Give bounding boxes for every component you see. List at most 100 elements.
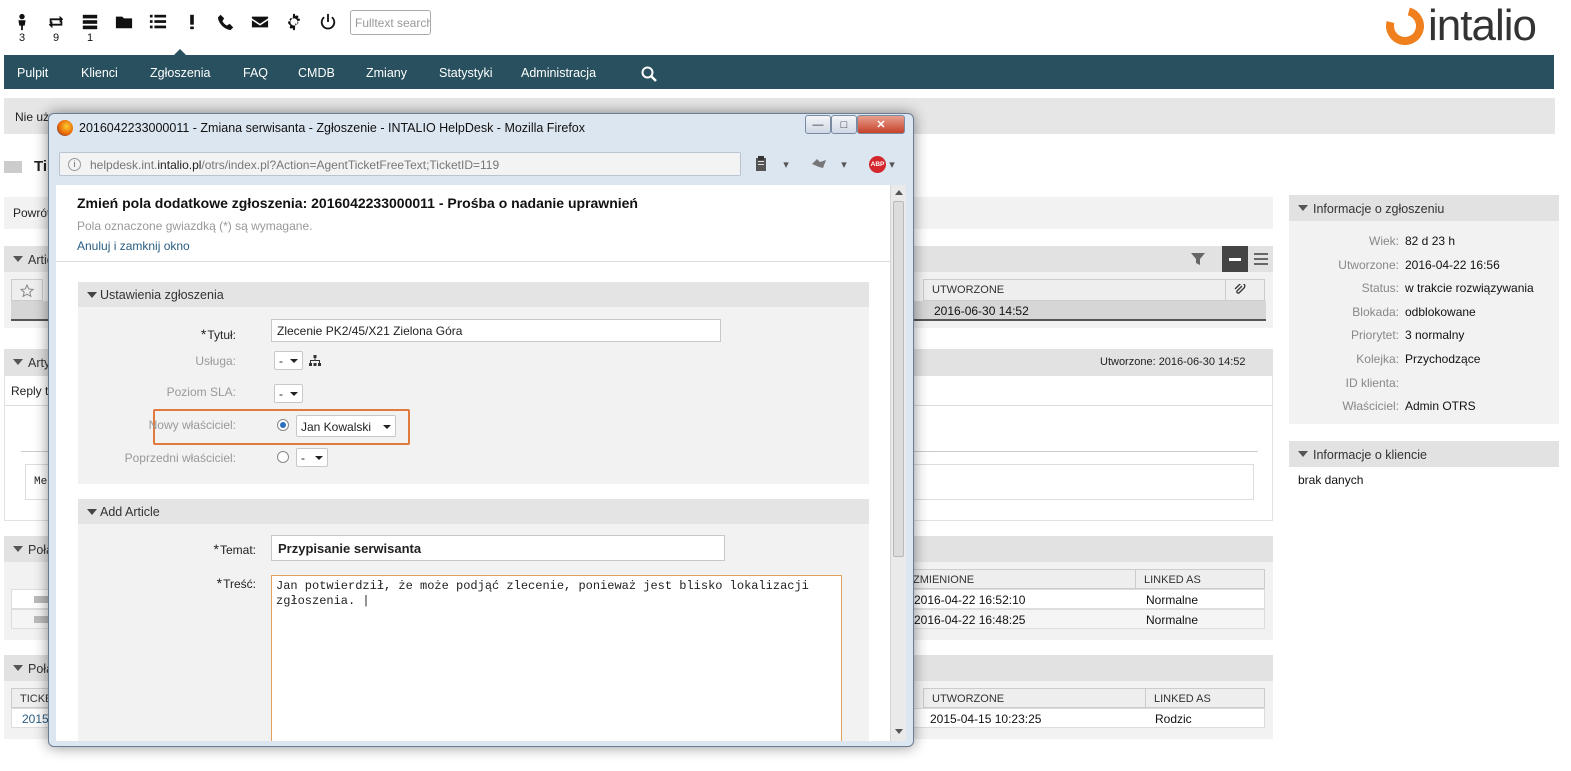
nav-zmiany[interactable]: Zmiany — [366, 55, 407, 89]
nav-klienci[interactable]: Klienci — [81, 55, 118, 89]
cancel-close-link[interactable]: Anuluj i zamknij okno — [77, 239, 190, 253]
nav-zgloszenia[interactable]: Zgłoszenia — [150, 49, 210, 89]
popup-scrollbar[interactable] — [890, 185, 906, 741]
new-owner-select[interactable]: Jan Kowalski — [296, 415, 396, 437]
ticket-info-title: Informacje o zgłoszeniu — [1313, 202, 1445, 216]
minimize-button[interactable]: — — [805, 115, 831, 134]
scroll-down-icon[interactable] — [895, 729, 903, 734]
subject-input[interactable]: Przypisanie serwisanta — [271, 535, 725, 561]
gear-icon[interactable] — [284, 12, 304, 32]
body-textarea[interactable]: Jan potwierdził, że może podjąć zlecenie… — [271, 575, 842, 741]
sla-select[interactable]: - — [274, 384, 303, 403]
info-label: Status: — [1361, 281, 1399, 295]
info-label: Utworzone: — [1338, 258, 1399, 272]
collapse-icon[interactable] — [13, 546, 23, 552]
locked-tickets-count: 3 — [18, 32, 26, 44]
previous-owner-radio[interactable] — [277, 451, 289, 463]
nav-administracja[interactable]: Administracja — [521, 55, 596, 89]
linked-as-cell: Normalne — [1146, 613, 1199, 627]
collapse-icon[interactable] — [13, 665, 23, 671]
maximize-button[interactable]: □ — [831, 115, 857, 134]
responsible-tickets-icon[interactable] — [80, 12, 100, 32]
phone-icon[interactable] — [216, 12, 236, 32]
collapse-view-icon[interactable] — [1222, 246, 1248, 272]
linked-as-column-header[interactable]: LINKED AS — [1145, 688, 1265, 708]
nav-statystyki[interactable]: Statystyki — [439, 55, 493, 89]
previous-owner-label: Poprzedni właściciel: — [124, 451, 236, 465]
attachment-column-header[interactable] — [1225, 279, 1265, 301]
info-icon[interactable]: i — [68, 158, 81, 171]
title-input[interactable]: Zlecenie PK2/45/X21 Zielona Góra — [271, 319, 721, 342]
window-title: 2016042233000011 - Zmiana serwisanta - Z… — [79, 121, 586, 135]
scroll-up-icon[interactable] — [895, 190, 903, 195]
collapse-icon[interactable] — [1298, 451, 1308, 457]
nav-faq[interactable]: FAQ — [243, 55, 268, 89]
created-column-header[interactable]: UTWORZONE — [923, 688, 1146, 708]
scroll-thumb[interactable] — [893, 201, 904, 557]
settings-section-header[interactable]: Ustawienia zgłoszenia — [78, 282, 869, 307]
url-bar[interactable]: i helpdesk.int.intalio.pl/otrs/index.pl?… — [59, 152, 741, 176]
collapse-icon[interactable] — [1298, 205, 1308, 211]
intalio-logo: intalio — [1379, 0, 1537, 52]
extension-icon[interactable] — [810, 155, 828, 173]
email-icon[interactable] — [250, 12, 270, 32]
new-owner-label: Nowy właściciel: — [148, 418, 236, 432]
queue-view-icon[interactable] — [148, 12, 168, 32]
service-select[interactable]: - — [274, 351, 303, 370]
url-domain: intalio.pl — [157, 158, 202, 172]
watched-tickets-icon[interactable] — [46, 12, 66, 32]
info-label: ID klienta: — [1345, 376, 1399, 390]
list-view-icon[interactable] — [1254, 252, 1268, 266]
logo-text: intalio — [1428, 1, 1537, 50]
created-column-header[interactable]: UTWORZONE — [923, 279, 1226, 301]
info-label: Priorytet: — [1350, 328, 1399, 342]
required-hint: Pola oznaczone gwiazdką (*) są wymagane. — [77, 219, 313, 233]
changed-column-header[interactable]: ZMIENIONE — [904, 569, 1136, 589]
window-titlebar: 2016042233000011 - Zmiana serwisanta - Z… — [57, 120, 585, 136]
url-path: /otrs/index.pl?Action=AgentTicketFreeTex… — [201, 158, 500, 172]
dropdown-arrow-icon[interactable]: ▾ — [887, 155, 897, 173]
customer-info-value: brak danych — [1298, 473, 1364, 487]
linked-as-cell: Normalne — [1146, 593, 1199, 607]
article-body-text: Me — [34, 476, 48, 488]
popup-window: 2016042233000011 - Zmiana serwisanta - Z… — [48, 113, 914, 747]
power-icon[interactable] — [318, 12, 338, 32]
dropdown-arrow-icon[interactable]: ▾ — [780, 155, 792, 173]
service-tree-icon[interactable] — [309, 355, 321, 367]
previous-owner-select[interactable]: - — [296, 448, 328, 467]
escalation-icon[interactable] — [182, 12, 202, 32]
ticket-info-header: Informacje o zgłoszeniu — [1289, 195, 1559, 221]
fulltext-search-input[interactable]: Fulltext search — [350, 10, 431, 35]
collapse-icon[interactable] — [13, 359, 23, 365]
nav-pulpit[interactable]: Pulpit — [17, 55, 48, 89]
dropdown-arrow-icon[interactable]: ▾ — [838, 155, 850, 173]
firefox-icon — [57, 120, 73, 136]
new-owner-radio[interactable] — [277, 419, 289, 431]
collapse-icon[interactable] — [13, 256, 23, 262]
article-section-header[interactable]: Add Article — [78, 499, 869, 524]
collapse-icon[interactable] — [87, 292, 97, 298]
folder-icon[interactable] — [114, 12, 134, 32]
star-icon — [19, 283, 35, 298]
locked-tickets-icon[interactable] — [12, 12, 32, 32]
info-label: Kolejka: — [1356, 352, 1399, 366]
star-column[interactable] — [11, 279, 43, 301]
dialog-heading: Zmień pola dodatkowe zgłoszenia: 2016042… — [77, 195, 638, 211]
linked-as-column-header[interactable]: LINKED AS — [1135, 569, 1265, 589]
clipboard-icon[interactable] — [752, 155, 770, 173]
adblock-icon[interactable]: ABP — [869, 156, 886, 173]
paperclip-icon — [1234, 282, 1246, 294]
article-created: 2016-06-30 14:52 — [934, 304, 1029, 318]
close-button[interactable]: ✕ — [857, 115, 905, 134]
article-section-title: Add Article — [100, 505, 160, 519]
title-label: *Tytuł: — [200, 326, 236, 342]
collapse-icon[interactable] — [87, 509, 97, 515]
back-link[interactable]: Powrót — [13, 206, 50, 220]
filter-icon[interactable] — [1191, 252, 1205, 266]
title-marker — [4, 161, 22, 173]
search-icon[interactable] — [641, 66, 657, 82]
sla-label: Poziom SLA: — [166, 385, 236, 399]
changed-cell: 2016-04-22 16:48:25 — [914, 613, 1026, 627]
settings-section-title: Ustawienia zgłoszenia — [100, 288, 224, 302]
nav-cmdb[interactable]: CMDB — [298, 55, 335, 89]
